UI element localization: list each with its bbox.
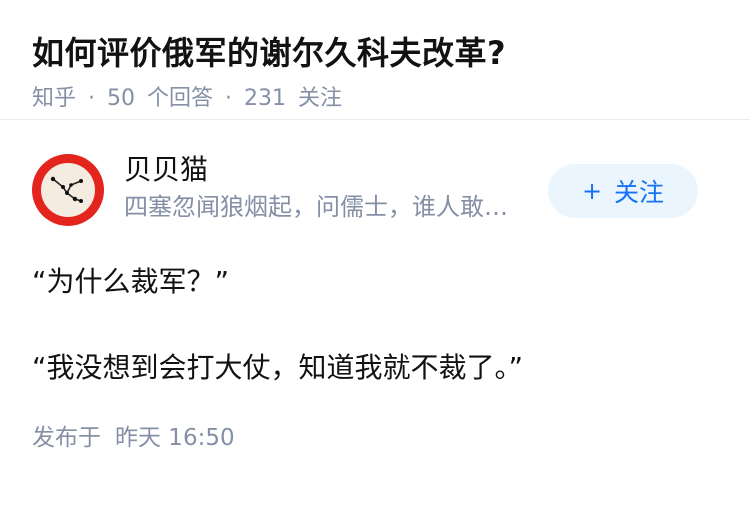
answer-paragraph: “我没想到会打大仗，知道我就不裁了。”: [32, 351, 524, 384]
author-name[interactable]: 贝贝猫: [124, 150, 544, 190]
author-row: 贝贝猫 四塞忽闻狼烟起，问儒士，谁人敢… + 关注: [32, 150, 718, 230]
answer-count[interactable]: 50: [107, 84, 135, 114]
publish-timestamp: 昨天 16:50: [115, 425, 235, 451]
follower-count[interactable]: 231: [244, 84, 286, 114]
author-info: 贝贝猫 四塞忽闻狼烟起，问儒士，谁人敢…: [124, 150, 544, 224]
source-label[interactable]: 知乎: [32, 84, 76, 114]
publish-time: 发布于 昨天 16:50: [32, 422, 235, 454]
question-title[interactable]: 如何评价俄军的谢尔久科夫改革?: [32, 30, 718, 76]
author-headline: 四塞忽闻狼烟起，问儒士，谁人敢…: [124, 193, 508, 221]
follower-count-label[interactable]: 关注: [298, 84, 342, 114]
meta-separator: ·: [88, 86, 96, 111]
constellation-avatar-icon: [41, 163, 95, 217]
follow-button[interactable]: + 关注: [548, 164, 698, 218]
follow-button-label: 关注: [614, 178, 665, 207]
avatar[interactable]: [32, 154, 104, 226]
question-meta: 知乎 · 50 个回答 · 231 关注: [32, 84, 718, 114]
answer-paragraph: “为什么裁军？”: [32, 265, 230, 298]
answer-body: “为什么裁军？” “我没想到会打大仗，知道我就不裁了。”: [32, 262, 718, 388]
plus-icon: +: [581, 177, 603, 205]
answer-count-label[interactable]: 个回答: [147, 84, 213, 114]
question-header: 如何评价俄军的谢尔久科夫改革? 知乎 · 50 个回答 · 231 关注: [0, 0, 750, 120]
publish-label: 发布于: [32, 425, 101, 451]
meta-separator: ·: [225, 86, 233, 111]
